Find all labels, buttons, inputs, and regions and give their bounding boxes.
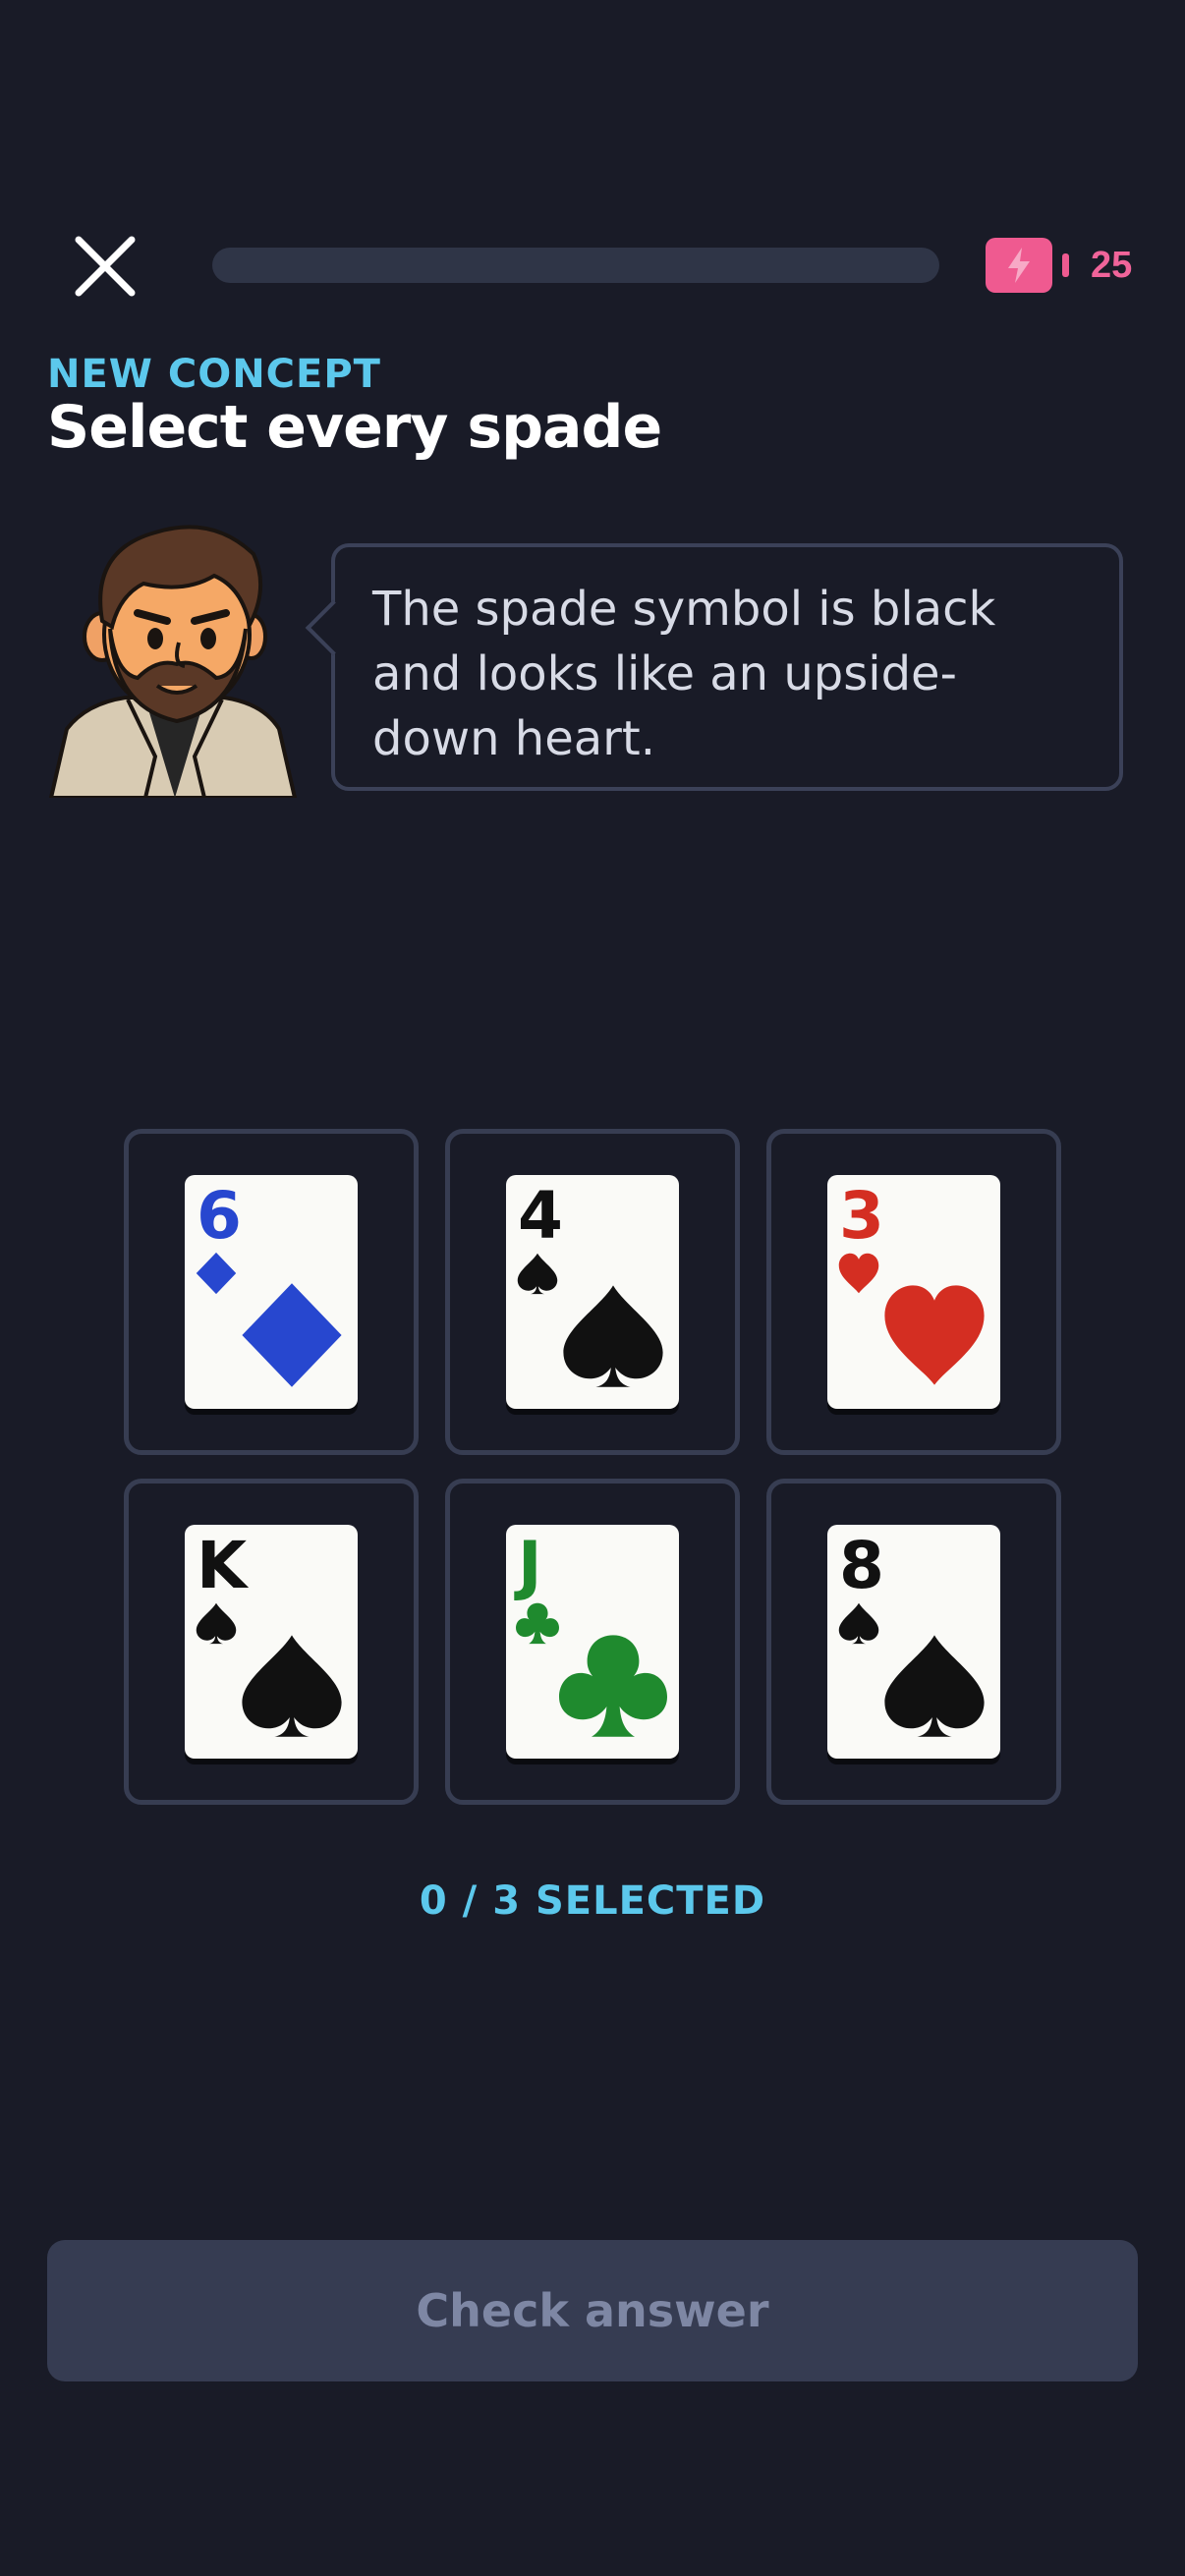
playing-card: 4 (506, 1175, 679, 1409)
selection-counter: 0 / 3 SELECTED (419, 1878, 766, 1924)
playing-card: 6 (185, 1175, 358, 1409)
club-pip-icon (516, 1602, 559, 1645)
diamond-pip-icon (196, 1252, 237, 1295)
spade-icon (242, 1635, 342, 1737)
energy-count: 25 (1091, 244, 1133, 286)
playing-card: J (506, 1525, 679, 1759)
card-option[interactable]: 3 (766, 1129, 1061, 1455)
close-button[interactable] (73, 234, 138, 299)
energy-indicator: 25 (986, 237, 1132, 294)
speech-bubble-tail (305, 599, 362, 656)
tutor-message: The spade symbol is black and looks like… (372, 582, 996, 766)
spade-pip-icon (517, 1253, 558, 1295)
spade-pip-icon (838, 1602, 879, 1645)
card-option[interactable]: J (445, 1479, 740, 1805)
card-option[interactable]: 4 (445, 1129, 740, 1455)
spade-pip-icon (196, 1602, 237, 1645)
tutor-speech-bubble: The spade symbol is black and looks like… (305, 543, 1123, 791)
card-rank: 6 (197, 1178, 242, 1254)
card-rank: 8 (839, 1528, 884, 1603)
battery-cap (1062, 253, 1069, 277)
card-rank: J (518, 1528, 542, 1603)
close-icon (75, 236, 136, 297)
card-choice-grid: 6 4 3 K J 8 (124, 1129, 1061, 1805)
tutor-avatar (47, 511, 303, 800)
heart-pip-icon (838, 1253, 879, 1294)
concept-eyebrow: NEW CONCEPT (47, 352, 381, 397)
card-option[interactable]: 6 (124, 1129, 419, 1455)
playing-card: K (185, 1525, 358, 1759)
club-icon (559, 1635, 667, 1737)
card-option[interactable]: 8 (766, 1479, 1061, 1805)
playing-card: 8 (827, 1525, 1000, 1759)
page-title: Select every spade (47, 393, 662, 462)
heart-icon (884, 1285, 985, 1385)
card-rank: 3 (839, 1178, 884, 1254)
spade-icon (563, 1285, 663, 1387)
card-rank: K (197, 1528, 248, 1603)
spade-icon (884, 1635, 985, 1737)
lesson-progress-bar (212, 248, 939, 283)
card-rank: 4 (518, 1178, 563, 1254)
diamond-icon (242, 1283, 342, 1387)
playing-card: 3 (827, 1175, 1000, 1409)
check-answer-button[interactable]: Check answer (47, 2240, 1138, 2381)
card-option[interactable]: K (124, 1479, 419, 1805)
lightning-battery-icon (986, 238, 1052, 293)
